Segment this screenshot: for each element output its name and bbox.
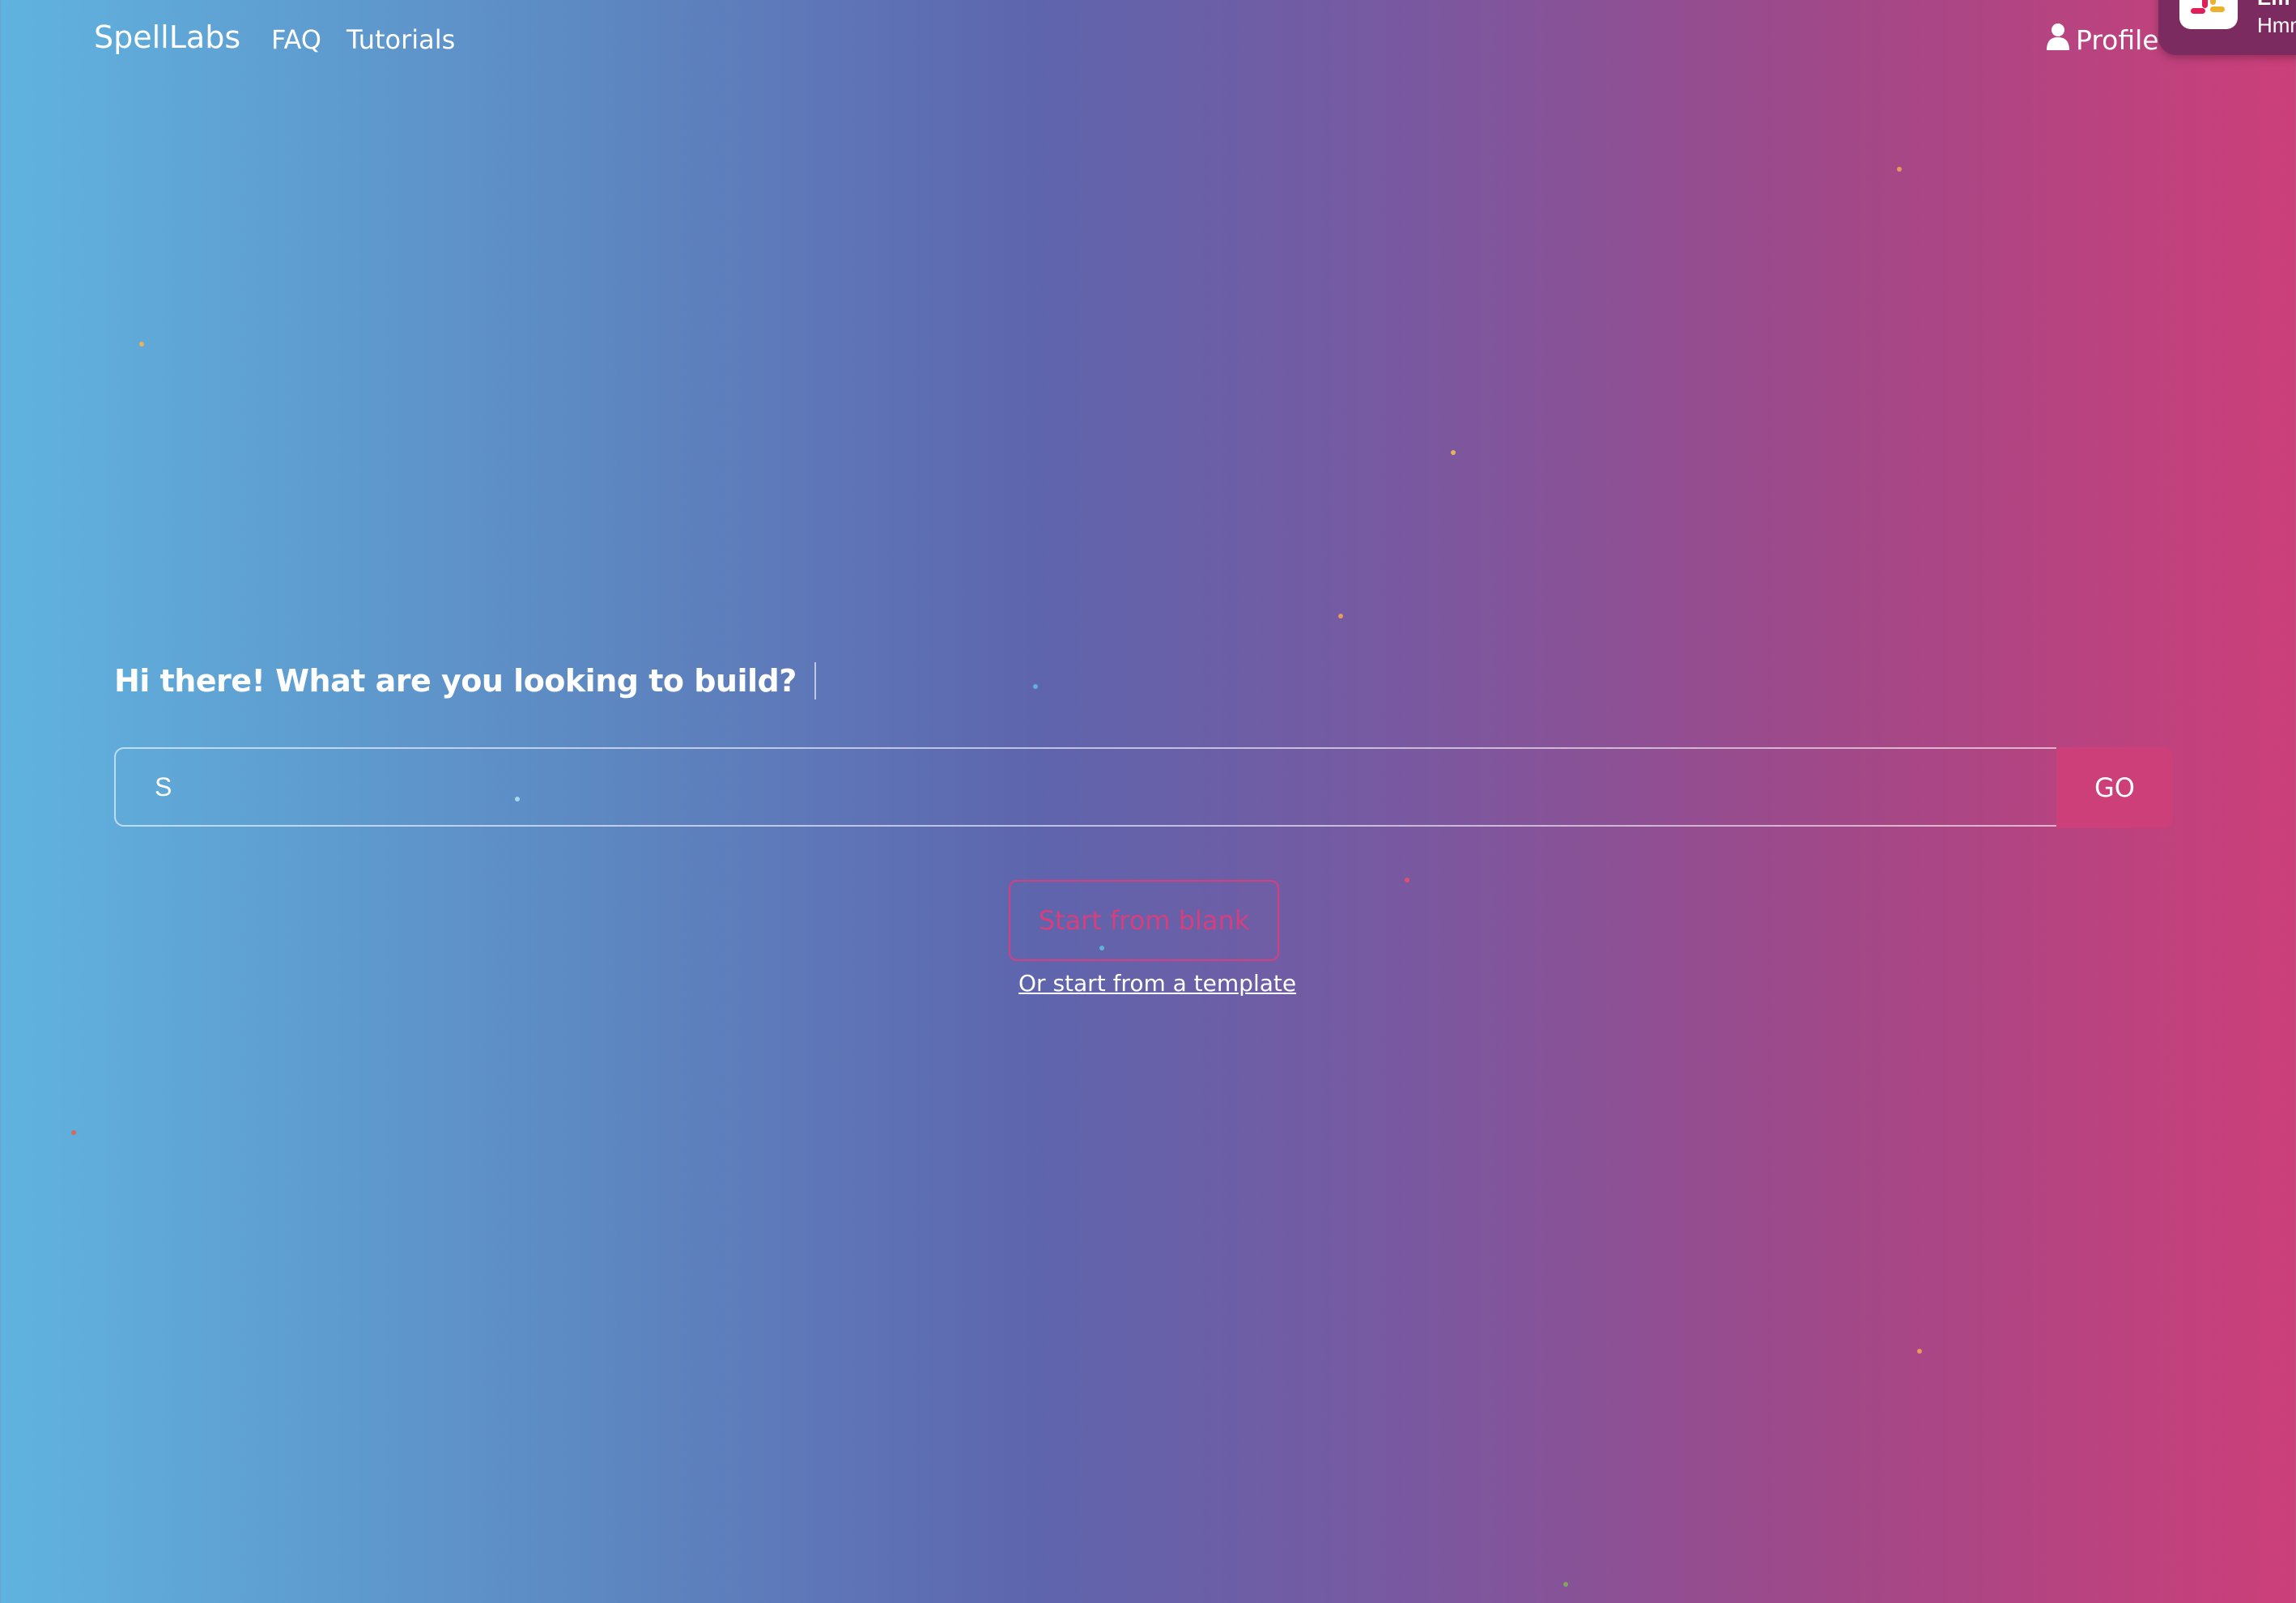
particle-dot	[139, 342, 144, 347]
particle-dot	[1099, 946, 1104, 950]
start-from-blank-button[interactable]: Start from blank	[1009, 880, 1279, 961]
prompt-input[interactable]	[114, 747, 2056, 827]
prompt-form: GO	[114, 747, 2173, 828]
nav-link-faq[interactable]: FAQ	[271, 24, 321, 55]
particle-dot	[1033, 684, 1038, 689]
brand-logo[interactable]: SpellLabs	[94, 19, 240, 55]
start-from-template-link[interactable]: Or start from a template	[1018, 970, 1296, 997]
particle-dot	[1338, 614, 1343, 619]
particle-dot	[1897, 167, 1902, 172]
particle-dot	[1563, 1582, 1568, 1587]
heading-text: Hi there! What are you looking to build?	[114, 663, 797, 699]
particle-dot	[1451, 450, 1456, 455]
profile-label: Profile	[2076, 23, 2159, 56]
notification-toast[interactable]: Em Hmm	[2158, 0, 2296, 55]
nav-link-tutorials[interactable]: Tutorials	[347, 24, 455, 55]
particle-dot	[515, 797, 520, 802]
slack-icon	[2179, 0, 2238, 29]
top-nav: SpellLabs FAQ Tutorials Profile	[0, 0, 2296, 78]
particle-dot	[1405, 878, 1409, 882]
page-heading: Hi there! What are you looking to build?	[114, 662, 816, 699]
text-caret	[814, 662, 816, 699]
particle-dot	[71, 1130, 76, 1135]
particle-dot	[1917, 1349, 1922, 1354]
notification-title: Em	[2257, 0, 2290, 8]
go-button[interactable]: GO	[2056, 747, 2173, 828]
person-icon	[2047, 23, 2069, 57]
notification-text: Hmm	[2257, 13, 2296, 37]
profile-link[interactable]: Profile	[2047, 23, 2159, 57]
